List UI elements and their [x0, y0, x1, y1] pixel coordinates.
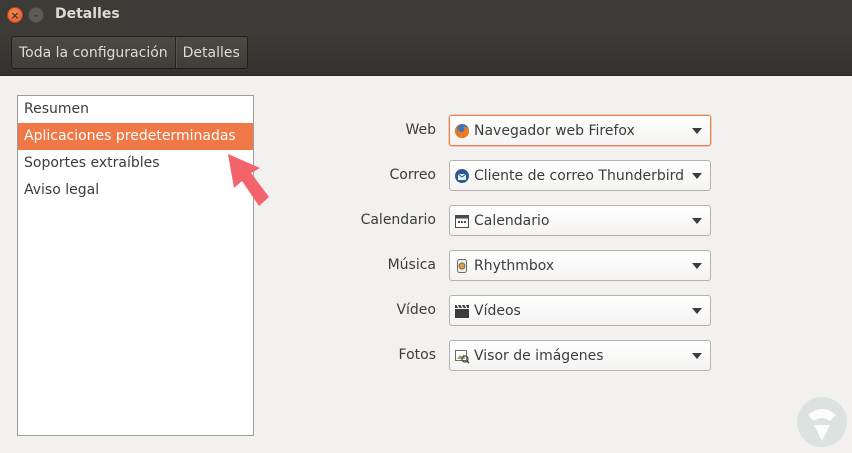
chevron-down-icon [692, 263, 702, 269]
mail-app-value: Cliente de correo Thunderbird [474, 167, 684, 184]
sidebar-item-removable-media[interactable]: Soportes extraíbles [18, 150, 253, 177]
chevron-down-icon [692, 128, 702, 134]
close-window-button[interactable]: × [7, 7, 23, 23]
breadcrumb-details-button[interactable]: Detalles [174, 37, 247, 68]
sidebar-item-default-applications[interactable]: Aplicaciones predeterminadas [18, 123, 253, 150]
calendar-app-combo[interactable]: Calendario [449, 205, 711, 236]
sidebar-list: Resumen Aplicaciones predeterminadas Sop… [17, 95, 254, 436]
chevron-down-icon [692, 218, 702, 224]
pointer-arrow-icon [228, 154, 269, 206]
firefox-icon [455, 123, 469, 138]
rhythmbox-icon [457, 258, 467, 273]
photos-label: Fotos [398, 347, 436, 363]
chevron-down-icon [692, 308, 702, 314]
minimize-window-button[interactable]: – [28, 7, 44, 23]
music-label: Música [387, 257, 436, 273]
thunderbird-icon [455, 168, 469, 183]
window-title: Detalles [55, 6, 120, 22]
image-viewer-icon [455, 349, 470, 364]
music-app-value: Rhythmbox [474, 257, 555, 274]
watermark-logo-icon [797, 397, 847, 447]
web-app-value: Navegador web Firefox [474, 122, 635, 139]
breadcrumb: Toda la configuración Detalles [11, 36, 248, 69]
sidebar-item-summary[interactable]: Resumen [18, 96, 253, 123]
title-bar: × – Detalles [0, 0, 852, 30]
toolbar: Toda la configuración Detalles [0, 30, 852, 76]
web-app-combo[interactable]: Navegador web Firefox [449, 115, 711, 146]
calendar-label: Calendario [360, 212, 436, 228]
videos-icon [455, 304, 469, 318]
calendar-app-value: Calendario [474, 212, 550, 229]
sidebar-item-legal-notice[interactable]: Aviso legal [18, 177, 253, 204]
mail-label: Correo [389, 167, 436, 183]
chevron-down-icon [692, 173, 702, 179]
breadcrumb-all-settings-button[interactable]: Toda la configuración [12, 37, 175, 68]
video-label: Vídeo [396, 302, 436, 318]
photos-app-value: Visor de imágenes [474, 347, 604, 364]
calendar-icon [455, 214, 469, 228]
photos-app-combo[interactable]: Visor de imágenes [449, 340, 711, 371]
video-app-combo[interactable]: Vídeos [449, 295, 711, 326]
music-app-combo[interactable]: Rhythmbox [449, 250, 711, 281]
chevron-down-icon [692, 353, 702, 359]
mail-app-combo[interactable]: Cliente de correo Thunderbird [449, 160, 711, 191]
web-label: Web [405, 122, 436, 138]
video-app-value: Vídeos [474, 302, 521, 319]
